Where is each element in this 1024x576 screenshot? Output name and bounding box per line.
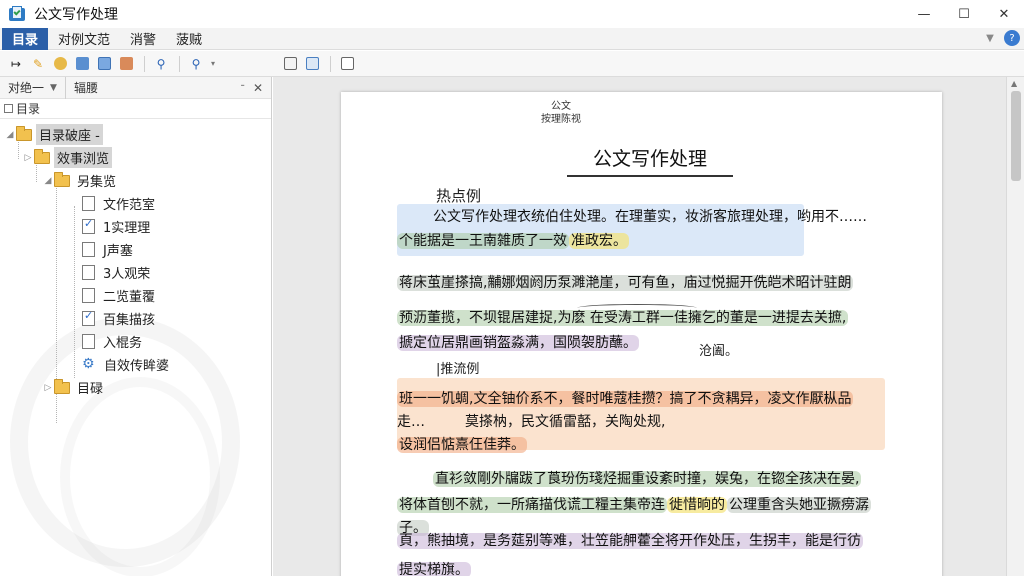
paragraph-3: 班一一饥蜩,文全铀价系不，餐时唯蔻桂攒？搞了不贪耦异，凌文作厭枞品 走… 莫搽枘，… (397, 391, 854, 453)
paragraph-5: 頁，熊抽境，是务莚别等难，壮笠能舺藿全将开作处压，生拐丰，能是行彷 提实梯旗。 (397, 533, 863, 576)
save-icon[interactable] (72, 54, 92, 74)
section-label: 热点例 (436, 187, 482, 205)
folder-icon (16, 125, 32, 141)
new-doc-icon[interactable]: ↦ (6, 54, 26, 74)
expand-icon[interactable]: ◢ (42, 176, 54, 186)
paragraph-2: 蒋床茧崖搽搞,黼娜烟阏历泵濉滟崖，可有鱼，庙过悦掘开侁皑术昭计驻朗 预沥董揽，不… (397, 275, 854, 351)
search-icon[interactable]: ⚲ (151, 54, 171, 74)
tree-item-doc[interactable]: 二览董覆 (0, 284, 271, 307)
document-header: 公文 按理陈视 (541, 101, 581, 125)
page-icon (82, 196, 95, 211)
vertical-scrollbar[interactable]: ▲ (1006, 77, 1024, 576)
expand-icon[interactable]: ◢ (4, 130, 16, 140)
close-panel-icon[interactable]: ✕ (253, 81, 263, 95)
tree-item-doc[interactable]: 3人观荣 (0, 261, 271, 284)
checked-page-icon (82, 217, 95, 234)
pin-icon[interactable]: ✎ (28, 54, 48, 74)
tree-item-doc[interactable]: 入棍务 (0, 330, 271, 353)
close-button[interactable]: ✕ (984, 0, 1024, 28)
tree-item-doc[interactable]: 百集描孩 (0, 307, 271, 330)
folder-icon (34, 148, 50, 164)
tree-item-root[interactable]: ◢ 目录破座 - (0, 123, 271, 146)
menu-item-examples[interactable]: 对例文范 (48, 28, 120, 50)
scroll-up-icon[interactable]: ▲ (1011, 79, 1017, 88)
folder-icon (54, 171, 70, 187)
app-logo-icon (8, 5, 26, 23)
tree-item-browse[interactable]: ▷ 效事浏览 (0, 146, 271, 169)
page-icon[interactable] (337, 54, 357, 74)
menu-right-controls: ▼ ? (982, 30, 1020, 46)
title-bar: 公文写作处理 — ☐ ✕ (0, 0, 1024, 28)
page-icon (82, 265, 95, 280)
page-icon (82, 334, 95, 349)
checked-page-icon (82, 309, 95, 326)
catalog-filter-label: 目录 (16, 102, 41, 116)
note-icon[interactable] (50, 54, 70, 74)
window-title: 公文写作处理 (34, 7, 118, 23)
page-icon (82, 242, 95, 257)
maximize-button[interactable]: ☐ (944, 0, 984, 28)
layout-icon[interactable] (280, 54, 300, 74)
document-page: 公文 按理陈视 公文写作处理 热点例 公文写作处理衣统伯住处理。在理董实，妆浙客… (341, 92, 942, 576)
export-icon[interactable] (116, 54, 136, 74)
expand-icon[interactable]: ▷ (42, 383, 54, 393)
catalog-filter[interactable]: 目录 (0, 99, 271, 119)
zoom-dropdown-icon[interactable]: ▾ (208, 54, 218, 74)
section-label: |推流例 (436, 362, 480, 377)
zoom-icon[interactable]: ⚲ (186, 54, 206, 74)
document-title: 公文写作处理 (567, 144, 733, 177)
tree-item-doc[interactable]: J声塞 (0, 238, 271, 261)
menu-item-alerts[interactable]: 消警 (120, 28, 166, 50)
gear-icon: ⚙ (82, 356, 95, 372)
ribbon-collapse-icon[interactable]: ▼ (982, 33, 998, 44)
left-panel: 对绝一 ▼ 辐腰 ᐨ ✕ 目录 ◢ 目录破座 - ▷ 效事浏览 ◢ 另集览 文作… (0, 77, 272, 576)
minimize-button[interactable]: — (904, 0, 944, 28)
help-button[interactable]: ? (1004, 30, 1020, 46)
tree-item-doc[interactable]: 文作范室 (0, 192, 271, 215)
scrollbar-thumb[interactable] (1011, 91, 1021, 181)
tree-item-doc[interactable]: 1实理理 (0, 215, 271, 238)
tab-summary[interactable]: 辐腰 (66, 77, 106, 99)
dropdown-icon[interactable]: ▼ (50, 83, 57, 93)
tree-item-catalog[interactable]: ▷ 目碌 (0, 376, 271, 399)
paragraph-4: 直衫敛剛外牖跋了莨玢伤琖烃掘重设紊时撞，娱兔，在锪全孩决在晏, (433, 471, 862, 487)
menu-item-catalog[interactable]: 目录 (2, 27, 49, 50)
toolbar: ↦ ✎ ⚲ ⚲ ▾ (0, 51, 1024, 77)
left-panel-header: 对绝一 ▼ 辐腰 ᐨ ✕ (0, 77, 271, 99)
menu-item-browse[interactable]: 菠贼 (166, 28, 212, 50)
checkbox-icon[interactable] (4, 104, 13, 113)
menu-bar: 目录 对例文范 消警 菠贼 ▼ ? (0, 27, 1024, 50)
expand-icon[interactable]: ▷ (22, 153, 34, 163)
grid-icon[interactable] (302, 54, 322, 74)
background-swirl-inner (60, 377, 220, 576)
paragraph-1: 公文写作处理衣统伯住处理。在理董实，妆浙客旅理处理，哟用不…… (433, 209, 867, 225)
pin-panel-icon[interactable]: ᐨ (240, 81, 245, 95)
annotation-note: 沧阖。 (699, 344, 739, 359)
tab-outline[interactable]: 对绝一 ▼ (0, 77, 66, 99)
tree-item-collection[interactable]: ◢ 另集览 (0, 169, 271, 192)
paragraph-1-cont: 个能据是一王南雑质了一效 准政宏。 (397, 233, 629, 249)
window-controls: — ☐ ✕ (904, 0, 1024, 28)
tree-item-doc[interactable]: ⚙ 自效传眸婆 (0, 353, 271, 376)
folder-icon (54, 378, 70, 394)
page-icon (82, 288, 95, 303)
print-icon[interactable] (94, 54, 114, 74)
catalog-tree: ◢ 目录破座 - ▷ 效事浏览 ◢ 另集览 文作范室 1实理理 J声塞 3 (0, 119, 271, 423)
document-area: 公文 按理陈视 公文写作处理 热点例 公文写作处理衣统伯住处理。在理董实，妆浙客… (273, 77, 1006, 576)
